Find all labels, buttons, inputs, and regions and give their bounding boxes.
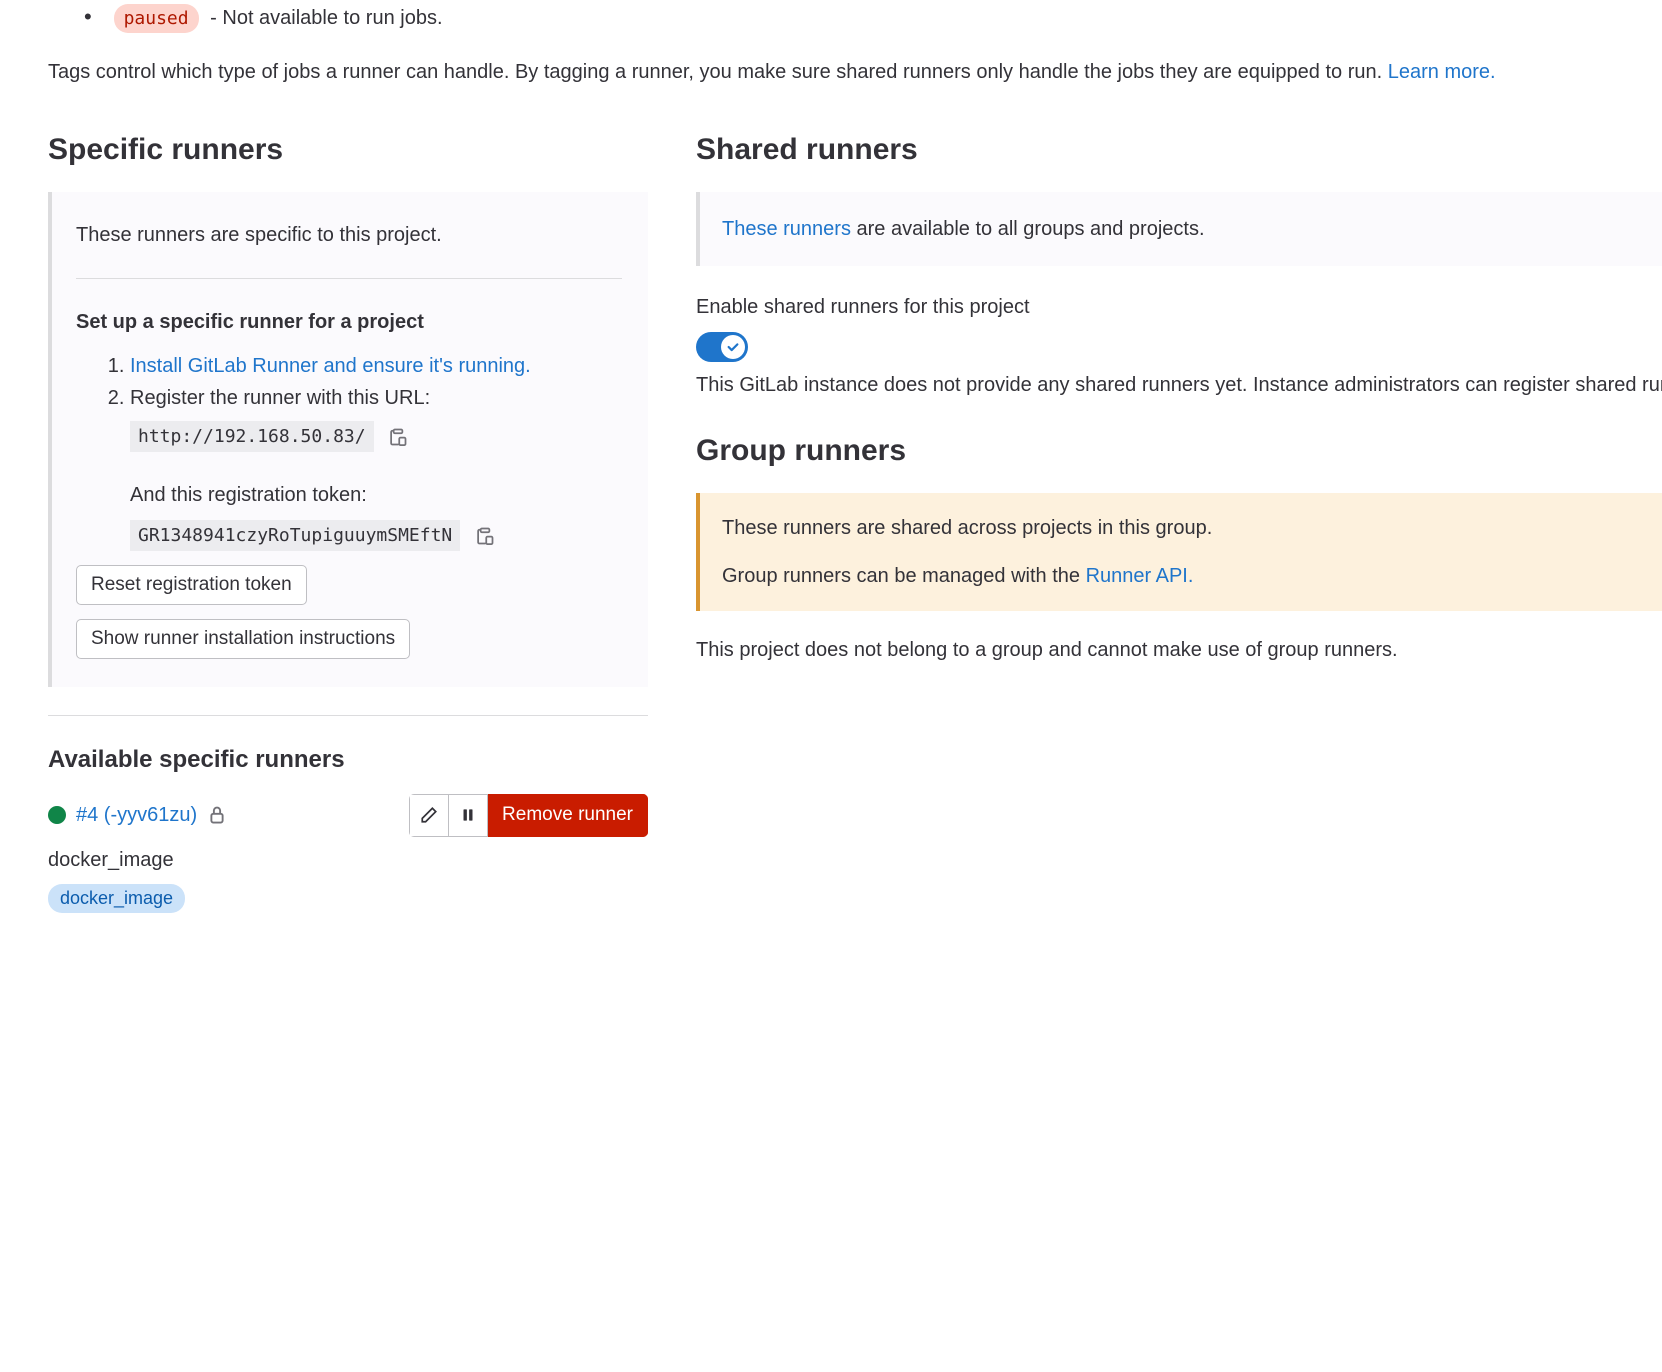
lock-icon	[207, 805, 227, 825]
pause-runner-button[interactable]	[449, 794, 488, 837]
paused-description: - Not available to run jobs.	[210, 7, 442, 29]
shared-runners-heading: Shared runners	[696, 127, 1662, 172]
show-instructions-button[interactable]: Show runner installation instructions	[76, 619, 410, 659]
group-runners-heading: Group runners	[696, 428, 1662, 473]
specific-runners-heading: Specific runners	[48, 127, 648, 172]
runner-id-link[interactable]: #4 (-yyv61zu)	[76, 800, 197, 830]
runner-actions: Remove runner	[409, 794, 648, 837]
registration-token-code: GR1348941czyRoTupiguuymSMEftN	[130, 520, 460, 551]
section-divider	[48, 715, 648, 716]
group-runners-well: These runners are shared across projects…	[696, 493, 1662, 611]
setup-steps: Install GitLab Runner and ensure it's ru…	[76, 351, 622, 413]
clipboard-icon	[475, 526, 495, 546]
shared-toggle-label: Enable shared runners for this project	[696, 292, 1662, 322]
runner-row: #4 (-yyv61zu)	[48, 794, 648, 837]
shared-runners-well: These runners are available to all group…	[696, 192, 1662, 266]
tags-intro: Tags control which type of jobs a runner…	[48, 57, 1662, 87]
group-well-line2: Group runners can be managed with the Ru…	[722, 561, 1640, 591]
install-runner-link[interactable]: Install GitLab Runner and ensure it's ru…	[130, 355, 531, 377]
status-list: paused - Not available to run jobs.	[48, 0, 1662, 33]
copy-url-button[interactable]	[387, 426, 409, 448]
reset-token-button[interactable]: Reset registration token	[76, 565, 307, 605]
specific-well-intro: These runners are specific to this proje…	[76, 220, 622, 250]
clipboard-icon	[388, 427, 408, 447]
learn-more-link[interactable]: Learn more.	[1388, 61, 1496, 83]
token-label: And this registration token:	[130, 480, 622, 510]
paused-status-item: paused - Not available to run jobs.	[108, 0, 1662, 33]
group-runners-description: This project does not belong to a group …	[696, 635, 1662, 665]
setup-step-2: Register the runner with this URL:	[130, 383, 622, 413]
check-icon	[726, 340, 740, 354]
copy-token-button[interactable]	[474, 525, 496, 547]
shared-runners-link[interactable]: These runners	[722, 218, 851, 240]
specific-runners-well: These runners are specific to this proje…	[48, 192, 648, 687]
paused-badge: paused	[114, 4, 199, 33]
pencil-icon	[420, 806, 438, 824]
group-well-line1: These runners are shared across projects…	[722, 513, 1640, 543]
well-divider	[76, 278, 622, 279]
runner-url-code: http://192.168.50.83/	[130, 421, 374, 452]
setup-step-1: Install GitLab Runner and ensure it's ru…	[130, 351, 622, 381]
shared-runners-toggle[interactable]	[696, 332, 748, 362]
shared-runners-description: This GitLab instance does not provide an…	[696, 370, 1662, 400]
available-runners-heading: Available specific runners	[48, 742, 648, 778]
runner-api-link[interactable]: Runner API.	[1086, 565, 1194, 587]
runner-description: docker_image	[48, 845, 648, 875]
remove-runner-button[interactable]: Remove runner	[488, 794, 648, 837]
runner-tag: docker_image	[48, 884, 185, 913]
runner-status-dot	[48, 806, 66, 824]
edit-runner-button[interactable]	[409, 794, 449, 837]
pause-icon	[459, 806, 477, 824]
setup-title: Set up a specific runner for a project	[76, 307, 622, 337]
